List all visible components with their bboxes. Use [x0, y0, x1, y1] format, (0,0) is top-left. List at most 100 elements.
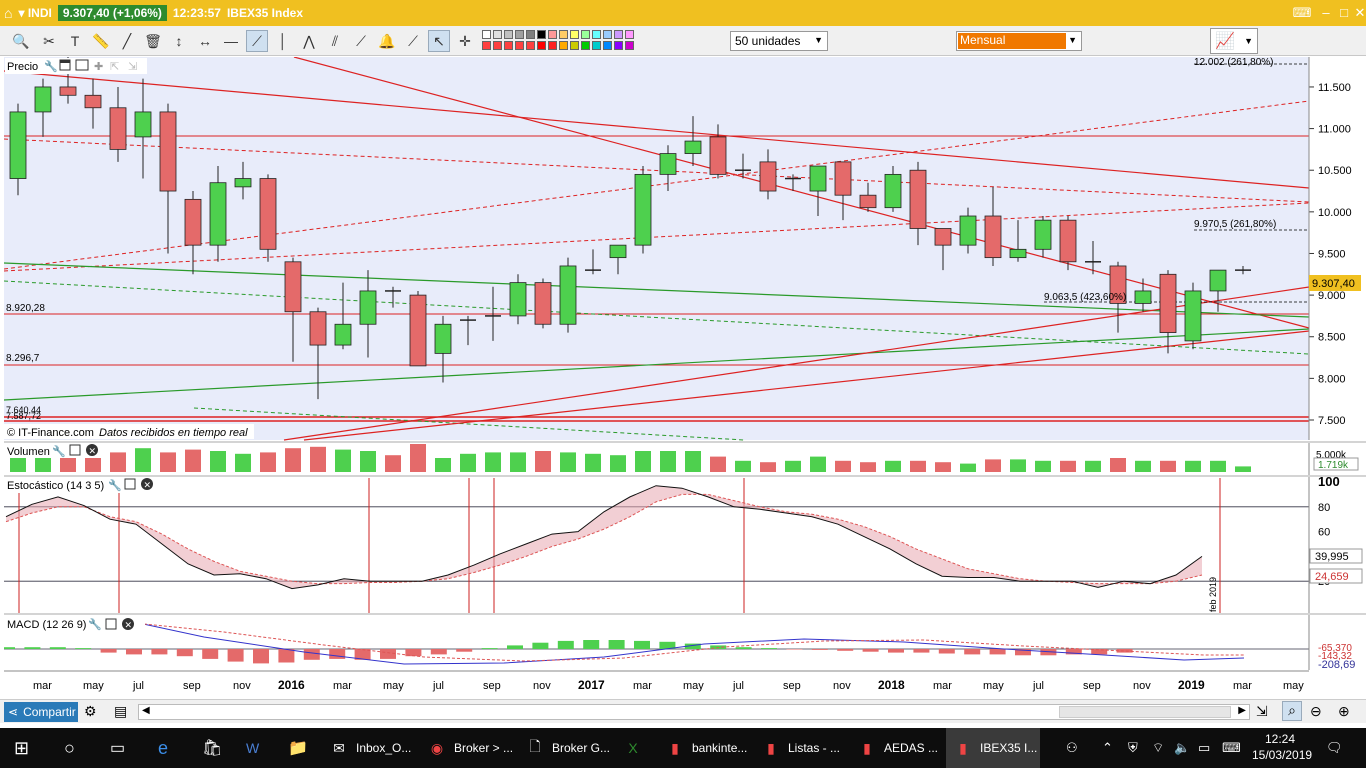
horizontal-scrollbar[interactable]: ◀ ▶ — [138, 704, 1250, 720]
vertical-measure-icon[interactable]: ↕ — [168, 30, 190, 52]
volume-icon[interactable]: 🔈 — [1174, 740, 1190, 756]
zoom-out-icon[interactable]: ⊖ — [1310, 703, 1322, 720]
fibonacci-tool-icon[interactable]: ⟋ — [402, 30, 424, 52]
period-select[interactable]: Mensual ▼ — [956, 31, 1082, 51]
store-icon[interactable]: 🛍 — [196, 728, 222, 768]
task-excel[interactable]: X — [616, 728, 656, 768]
color-swatch[interactable] — [559, 41, 568, 50]
wave-tool-icon[interactable]: ⋀ — [298, 30, 320, 52]
minimize-button[interactable]: – — [1316, 4, 1336, 22]
crosshair-icon[interactable]: ✛ — [454, 30, 476, 52]
clock-time[interactable]: 12:24 — [1265, 732, 1295, 746]
ruler-icon[interactable]: 📏 — [90, 30, 112, 52]
color-swatch[interactable] — [614, 30, 623, 39]
window-icon[interactable] — [124, 478, 136, 490]
task-doc[interactable]: 🗋 Broker G... — [518, 728, 614, 768]
task-chart-2[interactable]: ▮ Listas - ... — [754, 728, 848, 768]
channel-tool-icon[interactable]: ⫽ — [324, 30, 346, 52]
color-swatch[interactable] — [493, 41, 502, 50]
wrench-icon[interactable]: 🔧 — [52, 444, 66, 458]
task-chart-active[interactable]: ▮ IBEX35 I... — [946, 728, 1040, 768]
alert-bell-icon[interactable]: 🔔 — [376, 30, 398, 52]
color-swatch[interactable] — [504, 30, 513, 39]
color-swatch[interactable] — [570, 41, 579, 50]
horizontal-measure-icon[interactable]: ↔ — [194, 30, 216, 52]
color-swatch[interactable] — [526, 30, 535, 39]
trendline-tool-icon[interactable]: ⟋ — [246, 30, 268, 52]
task-chart-3[interactable]: ▮ AEDAS ... — [850, 728, 944, 768]
start-button[interactable]: ⊞ — [8, 728, 29, 768]
notifications-icon[interactable]: 🗨 — [1326, 740, 1343, 756]
tools-icon[interactable]: ✂ — [38, 30, 60, 52]
color-swatch[interactable] — [581, 41, 590, 50]
task-mail[interactable]: ✉ Inbox_O... — [322, 728, 418, 768]
edge-icon[interactable]: e — [152, 728, 168, 768]
window-icon[interactable] — [105, 618, 117, 630]
color-swatch[interactable] — [592, 30, 601, 39]
indicators-icon[interactable]: ⚙ — [84, 703, 97, 720]
trash-icon[interactable]: 🗑 — [142, 30, 164, 52]
wrench-icon[interactable]: 🔧 — [108, 478, 122, 492]
color-swatch[interactable] — [625, 41, 634, 50]
wifi-icon[interactable]: ⌔ — [1152, 740, 1164, 756]
scroll-right-icon[interactable]: ▶ — [1238, 705, 1246, 716]
color-swatch[interactable] — [548, 30, 557, 39]
color-swatch[interactable] — [537, 30, 546, 39]
symbol-dropdown[interactable]: ▾ INDI — [18, 0, 51, 26]
color-swatch[interactable] — [581, 30, 590, 39]
zoom-fit-icon[interactable]: ⌕ — [1282, 701, 1302, 721]
chart-area[interactable]: 12.00011.50011.00010.50010.0009.5009.000… — [0, 40, 1366, 699]
panel-expand-icon[interactable] — [75, 59, 89, 71]
keyboard-tray-icon[interactable]: ⌨ — [1222, 740, 1241, 756]
export-icon[interactable]: ⇲ — [1256, 703, 1268, 720]
chevron-up-icon[interactable]: ⌃ — [1102, 740, 1113, 756]
color-swatch[interactable] — [504, 41, 513, 50]
move-icon[interactable]: ⇱ — [110, 61, 119, 73]
task-chart-1[interactable]: ▮ bankinte... — [658, 728, 752, 768]
color-swatch[interactable] — [548, 41, 557, 50]
task-chrome-1[interactable]: ◉ Broker > ... — [420, 728, 516, 768]
share-button[interactable]: ⋖ Compartir — [4, 702, 78, 722]
explorer-icon[interactable]: 📁 — [282, 728, 308, 768]
scroll-thumb[interactable] — [1059, 706, 1231, 718]
color-swatch[interactable] — [537, 41, 546, 50]
zoom-in-icon[interactable]: ⊕ — [1338, 703, 1350, 720]
chart-type-select[interactable]: 📈 ▼ — [1210, 28, 1258, 54]
window-icon[interactable] — [69, 444, 81, 456]
people-icon[interactable]: ⚇ — [1066, 740, 1078, 756]
color-swatch[interactable] — [603, 30, 612, 39]
color-swatch[interactable] — [493, 30, 502, 39]
wrench-icon[interactable]: 🔧 — [44, 59, 58, 73]
app-menu-icon[interactable]: ⌂ — [4, 0, 12, 26]
color-swatch[interactable] — [614, 41, 623, 50]
word-icon[interactable]: W — [240, 728, 259, 768]
color-swatch[interactable] — [559, 30, 568, 39]
pointer-icon[interactable]: ↖ — [428, 30, 450, 52]
color-swatch[interactable] — [482, 30, 491, 39]
color-swatch[interactable] — [526, 41, 535, 50]
color-swatch[interactable] — [625, 30, 634, 39]
color-swatch[interactable] — [515, 30, 524, 39]
add-icon[interactable]: ✚ — [94, 61, 103, 73]
clock-date[interactable]: 15/03/2019 — [1252, 748, 1312, 762]
text-tool-icon[interactable]: T — [64, 30, 86, 52]
battery-icon[interactable]: ▭ — [1198, 740, 1210, 756]
shield-icon[interactable]: ⛨ — [1128, 740, 1138, 756]
chart-svg[interactable]: 12.00011.50011.00010.50010.0009.5009.000… — [0, 40, 1366, 699]
color-swatch[interactable] — [515, 41, 524, 50]
fan-tool-icon[interactable]: ⟋ — [350, 30, 372, 52]
color-swatch[interactable] — [603, 41, 612, 50]
vline-tool-icon[interactable]: │ — [272, 30, 294, 52]
color-swatch[interactable] — [482, 41, 491, 50]
scroll-left-icon[interactable]: ◀ — [142, 705, 150, 716]
units-select[interactable]: 50 unidades ▼ — [730, 31, 828, 51]
color-swatch[interactable] — [592, 41, 601, 50]
line-tool-icon[interactable]: ╱ — [116, 30, 138, 52]
keyboard-icon[interactable]: ⌨ — [1292, 4, 1312, 22]
search-icon[interactable]: ○ — [58, 728, 75, 768]
move-icon-2[interactable]: ⇲ — [128, 61, 137, 73]
save-template-icon[interactable]: ▤ — [114, 703, 127, 720]
close-button[interactable]: ✕ — [1350, 4, 1366, 22]
color-swatch[interactable] — [570, 30, 579, 39]
task-view-icon[interactable]: ▭ — [104, 728, 125, 768]
